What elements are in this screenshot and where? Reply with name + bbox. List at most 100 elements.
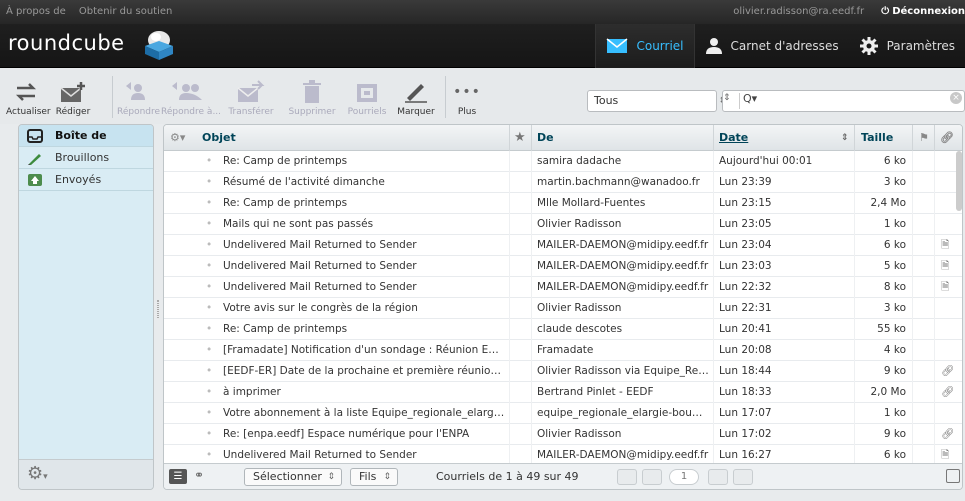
about-link[interactable]: À propos de xyxy=(6,6,66,17)
table-row[interactable]: • Re: Camp de printemps Mlle Mollard-Fuent… xyxy=(164,193,962,214)
threads-menu[interactable]: Fils ⇕ xyxy=(350,468,398,486)
last-page-button[interactable] xyxy=(733,469,753,485)
col-from[interactable]: De xyxy=(537,125,554,151)
compose-button[interactable]: Rédiger xyxy=(50,80,96,117)
cell-separator xyxy=(531,298,532,319)
search-box[interactable]: ⇕ Q▾ × xyxy=(722,90,965,112)
col-flag-star-icon[interactable]: ★ xyxy=(514,125,526,151)
folder-sent[interactable]: Envoyés xyxy=(19,169,153,191)
cell-separator xyxy=(713,214,714,235)
message-list: ⚙▾ Objet ★ De Date ⇕ Taille ⚑ 🔗︎ • Re: Ca… xyxy=(163,124,963,490)
more-button[interactable]: ••• Plus xyxy=(450,80,484,117)
table-row[interactable]: • Undelivered Mail Returned to Sender MAIL… xyxy=(164,235,962,256)
row-subject: à imprimer xyxy=(223,386,281,398)
select-menu[interactable]: Sélectionner ⇕ xyxy=(244,468,342,486)
row-date: Lun 22:31 xyxy=(719,302,772,314)
row-date: Lun 23:05 xyxy=(719,218,772,230)
cell-separator xyxy=(912,361,913,382)
cell-separator xyxy=(912,235,913,256)
folder-drafts[interactable]: Brouillons xyxy=(19,147,153,169)
table-row[interactable]: • Votre avis sur le congrès de la région O… xyxy=(164,298,962,319)
col-size[interactable]: Taille xyxy=(861,125,893,151)
folder-list-footer: ⚙▾ xyxy=(19,459,153,489)
search-icon[interactable]: Q▾ xyxy=(743,92,757,105)
cell-separator xyxy=(713,424,714,445)
table-row[interactable]: • Undelivered Mail Returned to Sender MAIL… xyxy=(164,277,962,298)
sort-arrows-icon: ⇕ xyxy=(841,133,849,143)
list-layout-icon[interactable]: ☰ xyxy=(169,469,187,484)
filter-select[interactable]: Tous ⇕ xyxy=(587,90,726,112)
table-row[interactable]: • [Framadate] Notification d'un sondage :… xyxy=(164,340,962,361)
mark-button[interactable]: Marquer xyxy=(393,80,439,117)
delete-button[interactable]: Supprimer xyxy=(284,80,340,117)
app-logo[interactable]: roundcube xyxy=(8,31,125,55)
prev-page-button[interactable] xyxy=(642,469,662,485)
table-row[interactable]: • Re: [enpa.eedf] Espace numérique pour l… xyxy=(164,424,962,445)
support-link[interactable]: Obtenir du soutien xyxy=(79,6,172,17)
refresh-button[interactable]: Actualiser xyxy=(6,80,51,117)
folder-drafts-label: Brouillons xyxy=(55,151,110,164)
junk-button[interactable]: Pourriels xyxy=(344,80,390,117)
list-scrollbar[interactable] xyxy=(956,151,962,211)
cell-separator xyxy=(509,277,510,298)
cell-separator xyxy=(934,298,935,319)
task-settings[interactable]: Paramètres xyxy=(849,24,965,68)
col-date[interactable]: Date xyxy=(719,125,748,151)
sent-icon xyxy=(28,174,42,186)
cell-separator xyxy=(509,214,510,235)
task-mail[interactable]: Courriel xyxy=(595,24,695,68)
row-from: Olivier Radisson xyxy=(537,302,622,314)
unread-dot-icon: • xyxy=(206,365,213,377)
reply-button[interactable]: Répondre xyxy=(117,80,160,117)
list-options-icon[interactable]: ⚙▾ xyxy=(170,125,185,151)
cell-separator xyxy=(912,403,913,424)
cell-separator xyxy=(854,424,855,445)
threads-toggle-icon[interactable]: ⚭ xyxy=(194,468,204,482)
folder-inbox[interactable]: Boîte de récep... xyxy=(19,125,153,164)
select-menu-label: Sélectionner xyxy=(253,470,322,483)
document-icon: 🗎 xyxy=(941,239,950,251)
table-row[interactable]: • Re: Camp de printemps claude descotes Lun… xyxy=(164,319,962,340)
col-flag-icon[interactable]: ⚑ xyxy=(919,125,929,151)
row-subject: Votre abonnement à la liste Equipe_regio… xyxy=(223,407,505,419)
row-size: 9 ko xyxy=(883,428,906,440)
table-row[interactable]: • [EEDF-ER] Date de la prochaine et premi… xyxy=(164,361,962,382)
message-list-header: ⚙▾ Objet ★ De Date ⇕ Taille ⚑ 🔗︎ xyxy=(164,125,962,151)
table-row[interactable]: • Re: Camp de printemps samira dadache Aujo… xyxy=(164,151,962,172)
user-email: olivier.radisson@ra.eedf.fr xyxy=(733,6,865,17)
cell-separator xyxy=(509,193,510,214)
task-contacts[interactable]: Carnet d'adresses xyxy=(695,24,849,68)
table-row[interactable]: • Mails qui ne sont pas passés Olivier Rad… xyxy=(164,214,962,235)
search-reset-icon[interactable]: × xyxy=(950,92,962,104)
table-row[interactable]: • à imprimer Bertrand Pinlet - EEDF Lun 18:… xyxy=(164,382,962,403)
next-page-button[interactable] xyxy=(708,469,728,485)
cell-separator xyxy=(912,340,913,361)
folder-settings-button[interactable]: ⚙▾ xyxy=(27,463,48,484)
preview-toggle-icon[interactable] xyxy=(946,469,960,483)
gear-icon xyxy=(859,37,878,55)
row-from: MAILER-DAEMON@midipy.eedf.fr xyxy=(537,281,709,293)
reply-all-button[interactable]: Répondre à... xyxy=(161,80,221,117)
attachment-cell xyxy=(941,340,959,361)
logout-button[interactable]: ⏻ Déconnexion xyxy=(881,6,965,17)
table-row[interactable]: • Undelivered Mail Returned to Sender MAIL… xyxy=(164,256,962,277)
forward-button[interactable]: Transférer xyxy=(226,80,276,117)
col-subject[interactable]: Objet xyxy=(202,125,236,151)
table-row[interactable]: • Résumé de l'activité dimanche martin.bac… xyxy=(164,172,962,193)
row-date: Lun 20:41 xyxy=(719,323,772,335)
row-from: claude descotes xyxy=(537,323,623,335)
cell-separator xyxy=(531,424,532,445)
row-subject: Undelivered Mail Returned to Sender xyxy=(223,260,417,272)
page-number-input[interactable]: 1 xyxy=(669,469,699,485)
document-icon: 🗎 xyxy=(941,281,950,293)
search-input[interactable] xyxy=(768,93,948,109)
col-attachment-icon[interactable]: 🔗︎ xyxy=(940,125,954,151)
first-page-button[interactable] xyxy=(617,469,637,485)
row-size: 55 ko xyxy=(877,323,906,335)
panel-resizer[interactable] xyxy=(157,300,159,318)
threads-arrows-icon: ⇕ xyxy=(383,472,391,482)
paperclip-icon: 🔗︎ xyxy=(941,386,955,398)
filter-value: Tous xyxy=(594,94,619,107)
row-from: Olivier Radisson xyxy=(537,428,622,440)
table-row[interactable]: • Votre abonnement à la liste Equipe_regi… xyxy=(164,403,962,424)
